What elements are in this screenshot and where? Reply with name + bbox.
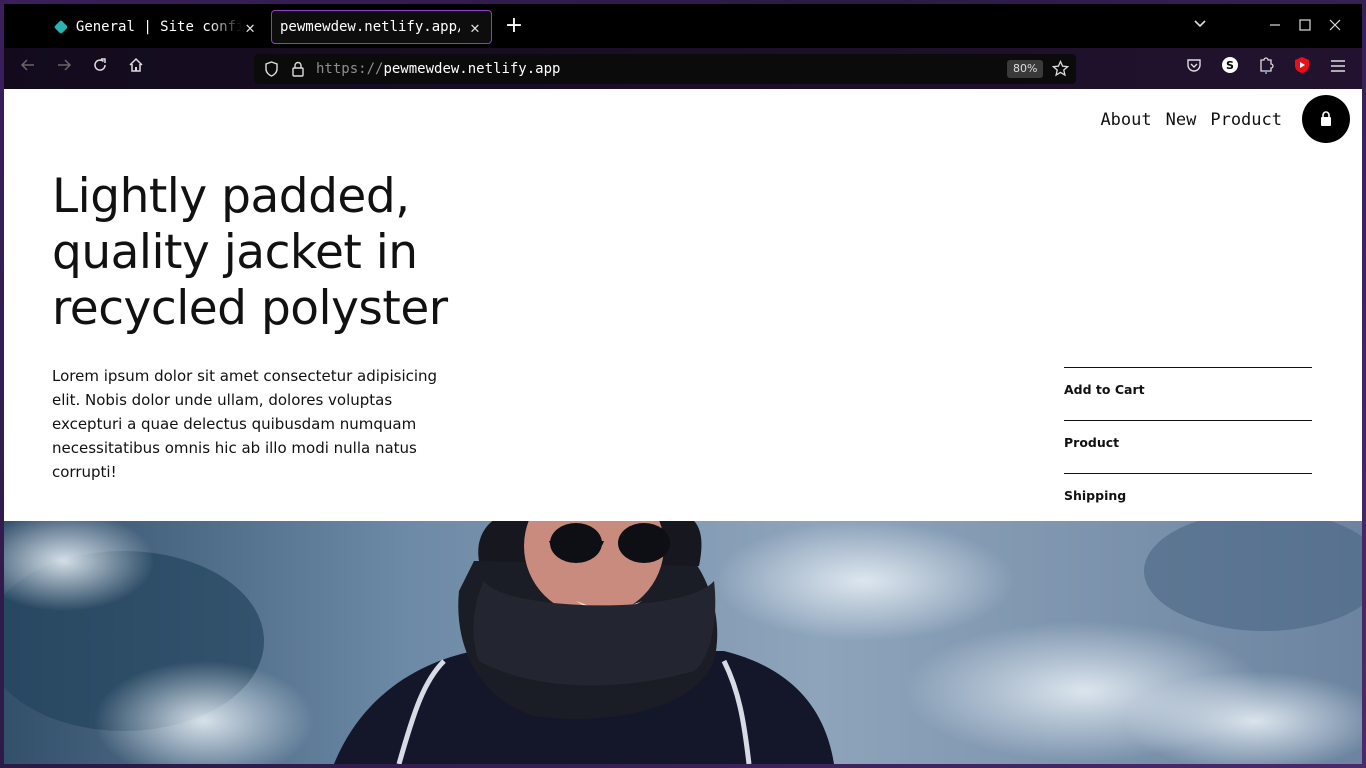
shield-icon[interactable] <box>264 61 279 81</box>
window-close-icon[interactable] <box>1323 14 1347 38</box>
web-page: About New Product Lightly padded, qualit… <box>4 89 1362 764</box>
hero-photo-person-in-snow <box>4 521 1362 764</box>
minimize-icon[interactable] <box>1263 14 1287 38</box>
tab-title: pewmewdew.netlify.app/ <box>280 19 460 35</box>
url-text[interactable]: https://pewmewdew.netlify.app <box>316 61 560 77</box>
hero-title: Lightly padded, quality jacket in recycl… <box>52 169 448 336</box>
product-accordion: Add to Cart Product Shipping <box>1064 367 1312 526</box>
youtube-extension-icon[interactable] <box>1290 56 1314 80</box>
back-arrow-icon[interactable] <box>16 56 40 80</box>
shopping-bag-icon <box>1321 111 1331 126</box>
tab-title: General | Site configuration <box>75 19 243 35</box>
accordion-shipping[interactable]: Shipping <box>1064 473 1312 526</box>
extensions-puzzle-icon[interactable] <box>1254 56 1278 80</box>
tab-site-configuration[interactable]: General | Site configuration ✕ <box>48 10 266 44</box>
accordion-add-to-cart[interactable]: Add to Cart <box>1064 367 1312 420</box>
shopping-bag-button[interactable] <box>1302 95 1350 143</box>
reload-icon[interactable] <box>88 56 112 80</box>
hero-description: Lorem ipsum dolor sit amet consectetur a… <box>52 367 438 481</box>
navigation-toolbar: https://pewmewdew.netlify.app 80% S <box>4 48 1362 89</box>
home-icon[interactable] <box>124 56 148 80</box>
forward-arrow-icon[interactable] <box>52 56 76 80</box>
maximize-icon[interactable] <box>1293 14 1317 38</box>
nav-link-new[interactable]: New <box>1166 105 1197 135</box>
svg-text:S: S <box>1226 59 1234 72</box>
new-tab-button[interactable]: + <box>502 14 526 38</box>
pocket-icon[interactable] <box>1182 56 1206 80</box>
list-all-tabs-chevron-down-icon[interactable] <box>1188 14 1212 38</box>
lock-icon[interactable] <box>291 61 305 81</box>
zoom-level-badge[interactable]: 80% <box>1007 60 1044 78</box>
close-icon[interactable]: ✕ <box>242 18 258 37</box>
tab-pewmewdew[interactable]: pewmewdew.netlify.app/ ✕ <box>271 10 492 44</box>
tab-bar: General | Site configuration ✕ pewmewdew… <box>4 4 1362 48</box>
hamburger-menu-icon[interactable] <box>1326 56 1350 80</box>
url-protocol: https:// <box>316 61 384 77</box>
nav-link-about[interactable]: About <box>1100 105 1151 135</box>
url-host: pewmewdew.netlify.app <box>383 61 561 77</box>
accordion-product[interactable]: Product <box>1064 420 1312 473</box>
browser-window: General | Site configuration ✕ pewmewdew… <box>4 4 1362 764</box>
account-avatar-icon[interactable]: S <box>1218 56 1242 80</box>
close-icon[interactable]: ✕ <box>467 18 483 37</box>
site-navigation: About New Product <box>1100 105 1282 135</box>
nav-link-product[interactable]: Product <box>1210 105 1282 135</box>
address-bar[interactable]: https://pewmewdew.netlify.app 80% <box>254 54 1076 84</box>
netlify-favicon-icon <box>53 19 68 35</box>
bookmark-star-icon[interactable] <box>1051 59 1070 81</box>
